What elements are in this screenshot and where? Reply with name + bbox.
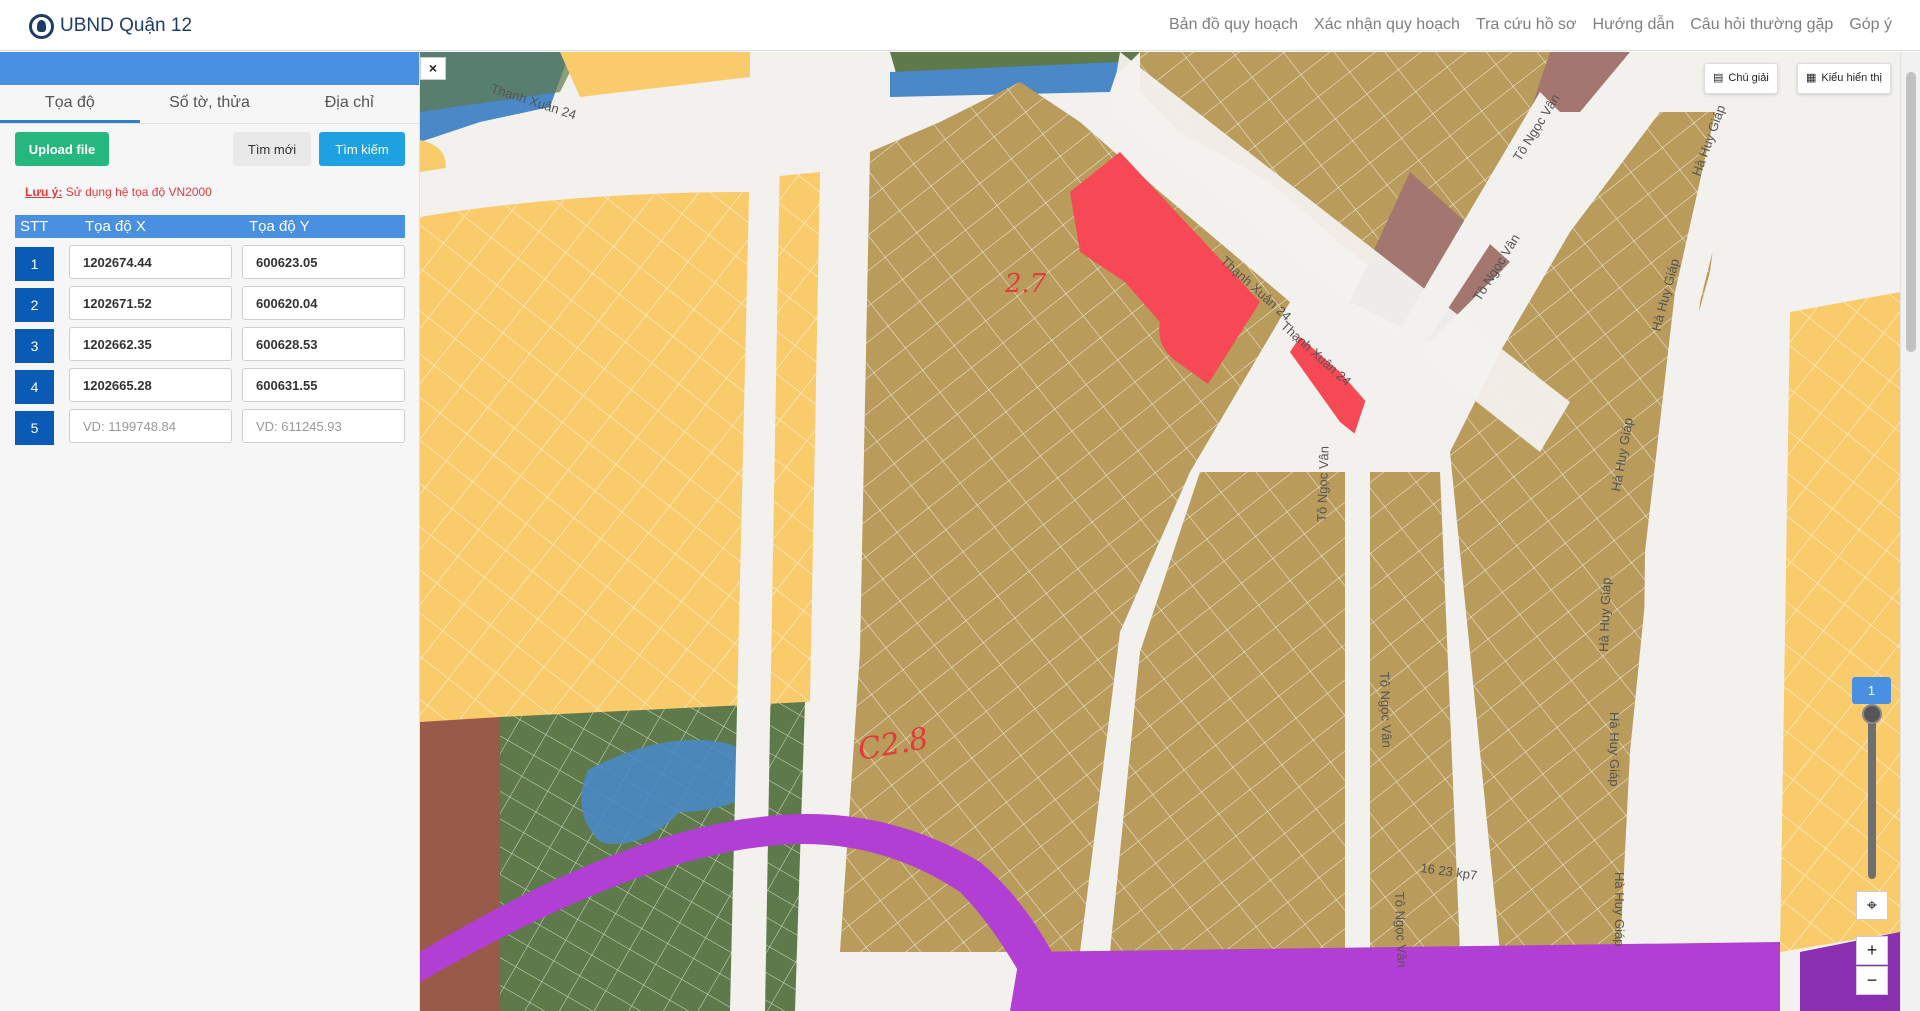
header-stt: STT <box>20 218 49 235</box>
row-number: 2 <box>15 288 54 322</box>
road-label: Hà Huy Giáp <box>1607 712 1622 786</box>
nav-planning-confirmation[interactable]: Xác nhận quy hoạch <box>1314 16 1460 34</box>
zoom-out-button[interactable]: − <box>1856 966 1888 995</box>
row-number: 5 <box>15 411 54 445</box>
zoom-slider-handle[interactable] <box>1862 704 1882 724</box>
search-sidebar: Tọa độ Số tờ, thửa Địa chỉ Upload file T… <box>0 52 420 1011</box>
zoom-level-badge: 1 <box>1852 677 1891 704</box>
table-header: STT Tọa độ X Tọa độ Y <box>15 215 405 238</box>
upload-file-button[interactable]: Upload file <box>15 132 109 166</box>
scrollbar-thumb[interactable] <box>1906 72 1916 352</box>
coord-y-input[interactable] <box>242 368 405 402</box>
coord-x-input[interactable] <box>69 245 232 279</box>
crosshair-icon: ⌖ <box>1866 895 1878 915</box>
header-x: Tọa độ X <box>85 218 146 235</box>
road-label: Hà Huy Giáp <box>1596 577 1614 652</box>
planning-map[interactable]: 2.7 C2.8 Thạnh Xuân 24 Thạnh Xuân 24 Thạ… <box>420 52 1900 1011</box>
coord-x-input[interactable] <box>69 409 232 443</box>
search-tabs: Tọa độ Số tờ, thửa Địa chỉ <box>0 85 419 124</box>
coordinate-system-note: Lưu ý: Sử dụng hệ tọa độ VN2000 <box>25 185 212 199</box>
nav-feedback[interactable]: Góp ý <box>1849 16 1892 34</box>
row-number: 3 <box>15 329 54 363</box>
tab-coordinates[interactable]: Tọa độ <box>0 85 140 123</box>
brand[interactable]: UBND Quận 12 <box>29 13 192 39</box>
document-icon: ▤ <box>1713 72 1724 84</box>
nav-record-lookup[interactable]: Tra cứu hồ sơ <box>1476 16 1577 34</box>
top-navbar: UBND Quận 12 Bản đồ quy hoạch Xác nhận q… <box>0 0 1920 51</box>
sidebar-header-bar <box>0 52 419 85</box>
zoom-in-button[interactable]: + <box>1856 936 1888 965</box>
page-scrollbar[interactable] <box>1900 52 1920 1011</box>
road-label: Tô Ngọc Vân <box>1377 672 1395 748</box>
brand-logo-icon <box>29 13 54 39</box>
coordinate-table: STT Tọa độ X Tọa độ Y 1 2 3 4 5 <box>15 215 405 445</box>
table-row: 2 <box>15 279 405 322</box>
table-row: 1 <box>15 238 405 281</box>
table-row: 4 <box>15 361 405 404</box>
map-annotation: 2.7 <box>1004 269 1047 299</box>
action-buttons: Upload file Tìm mới Tìm kiếm <box>0 132 420 168</box>
coord-y-input[interactable] <box>242 245 405 279</box>
nav-guide[interactable]: Hướng dẫn <box>1593 16 1675 34</box>
map-canvas[interactable]: 2.7 C2.8 Thạnh Xuân 24 Thạnh Xuân 24 Thạ… <box>420 52 1900 1011</box>
coord-x-input[interactable] <box>69 327 232 361</box>
coord-y-input[interactable] <box>242 286 405 320</box>
row-number: 1 <box>15 247 54 281</box>
search-button[interactable]: Tìm kiếm <box>319 132 405 166</box>
coord-y-input[interactable] <box>242 409 405 443</box>
parcel-grid <box>1780 292 1900 952</box>
table-row: 5 <box>15 402 405 445</box>
close-sidebar-button[interactable]: × <box>420 57 446 80</box>
coord-y-input[interactable] <box>242 327 405 361</box>
note-text: Sử dụng hệ tọa độ VN2000 <box>62 185 212 199</box>
tab-parcel-number[interactable]: Số tờ, thửa <box>140 85 280 123</box>
nav-faq[interactable]: Câu hỏi thường gặp <box>1690 16 1833 34</box>
legend-label: Chú giải <box>1728 72 1769 84</box>
zoom-slider[interactable] <box>1868 706 1876 879</box>
road-label: Tô Ngọc Vân <box>1392 892 1410 968</box>
table-row: 3 <box>15 320 405 363</box>
nav-planning-map[interactable]: Bản đồ quy hoạch <box>1169 16 1298 34</box>
coord-x-input[interactable] <box>69 286 232 320</box>
note-prefix: Lưu ý: <box>25 185 63 199</box>
header-y: Tọa độ Y <box>249 218 310 235</box>
road-label: Tô Ngọc Vân <box>1314 446 1332 522</box>
legend-button[interactable]: ▤ Chú giải <box>1704 63 1778 94</box>
locate-button[interactable]: ⌖ <box>1856 891 1888 920</box>
row-number: 4 <box>15 370 54 404</box>
display-mode-button[interactable]: ▦ Kiểu hiển thị <box>1797 63 1891 94</box>
road-label: Hà Huy Giáp <box>1612 872 1627 946</box>
coord-x-input[interactable] <box>69 368 232 402</box>
main-nav: Bản đồ quy hoạch Xác nhận quy hoạch Tra … <box>1169 16 1892 34</box>
map-icon: ▦ <box>1806 72 1817 84</box>
new-search-button[interactable]: Tìm mới <box>233 132 311 166</box>
brand-title: UBND Quận 12 <box>60 15 193 36</box>
display-mode-label: Kiểu hiển thị <box>1821 72 1882 84</box>
tab-address[interactable]: Địa chỉ <box>279 85 419 123</box>
